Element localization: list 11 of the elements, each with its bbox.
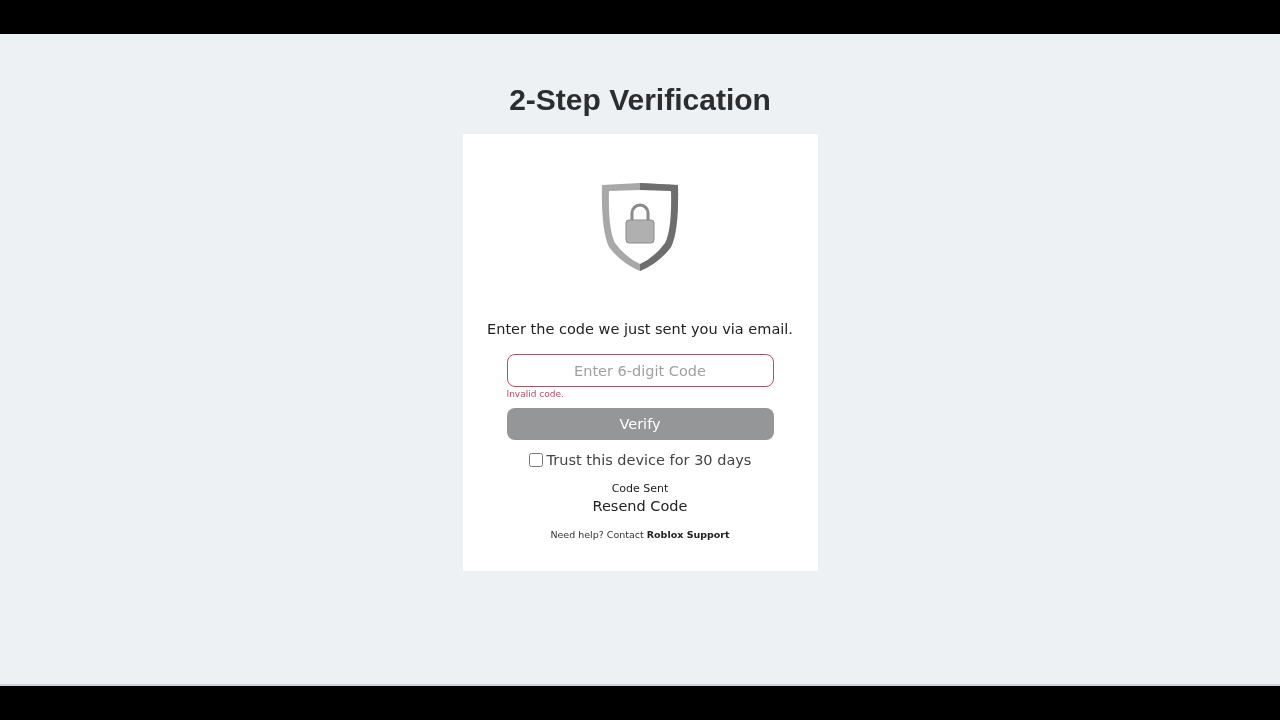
page-title: 2-Step Verification <box>509 82 771 118</box>
error-message: Invalid code. <box>506 389 564 399</box>
resend-link[interactable]: Resend Code <box>592 498 688 514</box>
support-link[interactable]: Roblox Support <box>646 529 730 540</box>
trust-checkbox[interactable] <box>528 453 543 467</box>
code-input-field[interactable]: Enter 6-digit Code <box>506 354 774 387</box>
status-text: Code Sent <box>611 482 669 495</box>
instruction-text: Enter the code we just sent you via email. <box>487 321 793 337</box>
trust-label: Trust this device for 30 days <box>546 452 752 468</box>
shield-lock-icon <box>599 181 681 273</box>
help-text: Need help? Contact <box>550 529 644 540</box>
